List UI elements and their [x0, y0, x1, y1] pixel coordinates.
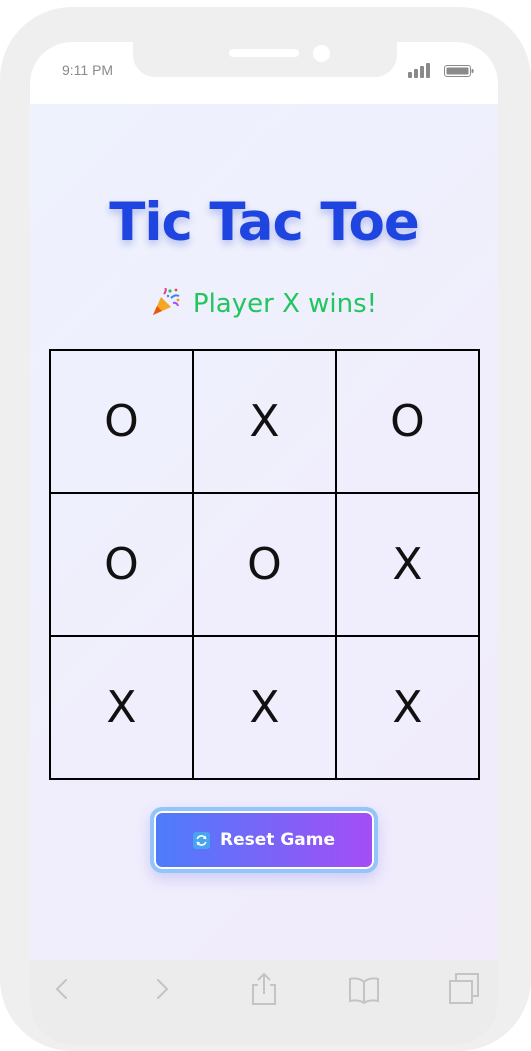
tabs-icon[interactable]	[448, 972, 480, 1006]
phone-frame: 9:11 PM Tic Tac Toe Player X wins! O X O…	[0, 7, 531, 1051]
reset-game-button[interactable]: Reset Game	[150, 807, 378, 873]
game-board: O X O O O X X X X	[49, 349, 480, 780]
board-cell[interactable]: O	[193, 493, 336, 636]
game-status: Player X wins!	[30, 288, 498, 319]
signal-icon	[408, 63, 430, 78]
phone-notch	[133, 42, 397, 77]
page-title: Tic Tac Toe	[109, 192, 420, 253]
front-camera	[313, 45, 330, 62]
share-icon[interactable]	[248, 972, 280, 1006]
board-cell[interactable]: O	[336, 350, 479, 493]
board-cell[interactable]: X	[193, 350, 336, 493]
board-cell[interactable]: X	[336, 636, 479, 779]
refresh-icon	[193, 831, 210, 849]
party-popper-icon	[152, 288, 180, 315]
browser-toolbar	[30, 960, 498, 1045]
bookmarks-icon[interactable]	[348, 972, 380, 1006]
board-cell[interactable]: O	[50, 350, 193, 493]
reset-game-label: Reset Game	[220, 830, 335, 850]
board-cell[interactable]: X	[336, 493, 479, 636]
status-text: Player X wins!	[192, 289, 378, 319]
game-page: Tic Tac Toe Player X wins! O X O O O X X…	[30, 104, 498, 960]
speaker-grille	[229, 49, 299, 57]
phone-screen: 9:11 PM Tic Tac Toe Player X wins! O X O…	[30, 42, 498, 1045]
board-cell[interactable]: O	[50, 493, 193, 636]
battery-icon	[444, 65, 474, 77]
status-time: 9:11 PM	[62, 62, 114, 78]
back-icon[interactable]	[46, 972, 78, 1006]
board-cell[interactable]: X	[50, 636, 193, 779]
forward-icon[interactable]	[146, 972, 178, 1006]
board-cell[interactable]: X	[193, 636, 336, 779]
